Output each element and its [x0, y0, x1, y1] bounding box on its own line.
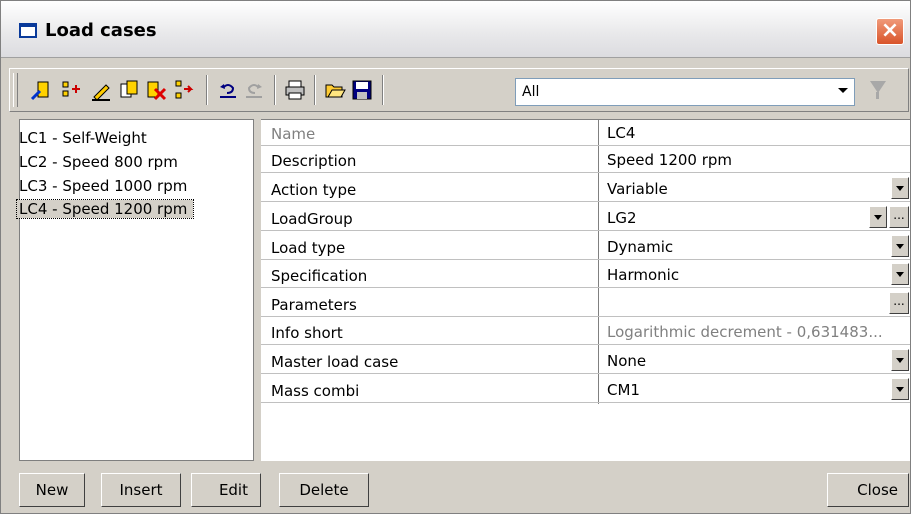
delete-icon[interactable]: [145, 79, 167, 101]
dropdown-button[interactable]: [891, 177, 909, 199]
property-name: Description: [271, 152, 357, 170]
property-value[interactable]: LG2: [607, 209, 637, 227]
load-cases-window: Load cases × All LC1 - Self-Weight LC2 -…: [0, 0, 911, 514]
panel-splitter[interactable]: [255, 119, 259, 461]
title-bar[interactable]: Load cases ×: [1, 1, 910, 58]
property-name: Name: [271, 125, 316, 143]
dropdown-button[interactable]: [891, 235, 909, 257]
toolbar: All: [9, 68, 909, 112]
insert-button[interactable]: Insert: [101, 473, 181, 507]
property-value[interactable]: LC4: [607, 124, 635, 142]
toolbar-separator: [206, 75, 208, 105]
close-button[interactable]: Close: [827, 473, 909, 507]
undo-icon[interactable]: [217, 79, 239, 101]
window-title: Load cases: [45, 20, 157, 41]
toolbar-grip[interactable]: [13, 73, 18, 107]
browse-button[interactable]: ...: [889, 206, 909, 228]
edit-button[interactable]: Edit: [191, 473, 261, 507]
property-row[interactable]: Mass combi CM1: [261, 377, 910, 403]
property-grid: Name LC4 Description Speed 1200 rpm Acti…: [261, 119, 910, 461]
toolbar-separator: [382, 75, 384, 105]
property-row[interactable]: LoadGroup LG2 ...: [261, 205, 910, 231]
open-icon[interactable]: [324, 79, 346, 101]
property-name: Specification: [271, 267, 368, 285]
property-name: Master load case: [271, 353, 399, 371]
print-icon[interactable]: [284, 79, 306, 101]
property-name: Info short: [271, 324, 343, 342]
property-value[interactable]: Speed 1200 rpm: [607, 151, 732, 169]
property-name: Action type: [271, 181, 357, 199]
list-item-selected[interactable]: LC4 - Speed 1200 rpm: [15, 199, 195, 219]
property-value[interactable]: None: [607, 352, 646, 370]
list-item[interactable]: LC3 - Speed 1000 rpm: [19, 177, 187, 195]
property-row[interactable]: Specification Harmonic: [261, 262, 910, 288]
save-icon[interactable]: [351, 79, 373, 101]
property-value: Logarithmic decrement - 0,631483...: [607, 323, 883, 341]
delete-button[interactable]: Delete: [279, 473, 369, 507]
list-item[interactable]: LC1 - Self-Weight: [19, 129, 147, 147]
filter-funnel-stem: [876, 92, 879, 99]
redo-icon[interactable]: [243, 79, 265, 101]
property-row[interactable]: Description Speed 1200 rpm: [261, 147, 910, 173]
property-row[interactable]: Info short Logarithmic decrement - 0,631…: [261, 319, 910, 345]
property-name: Load type: [271, 239, 346, 257]
list-item[interactable]: LC2 - Speed 800 rpm: [19, 153, 178, 171]
property-row[interactable]: Name LC4: [261, 120, 910, 146]
dropdown-button[interactable]: [869, 206, 887, 228]
copy-icon[interactable]: [118, 79, 140, 101]
close-window-button[interactable]: ×: [876, 18, 904, 45]
chevron-down-icon[interactable]: [838, 88, 848, 93]
dropdown-button[interactable]: [891, 378, 909, 400]
edit-icon[interactable]: [90, 79, 112, 101]
property-row[interactable]: Load type Dynamic: [261, 234, 910, 260]
dropdown-button[interactable]: [891, 263, 909, 285]
property-value[interactable]: Harmonic: [607, 266, 679, 284]
filter-dropdown[interactable]: All: [515, 78, 855, 106]
browse-button[interactable]: ...: [889, 292, 909, 314]
move-icon[interactable]: [173, 79, 195, 101]
property-name: LoadGroup: [271, 210, 353, 228]
property-row[interactable]: Action type Variable: [261, 176, 910, 202]
toolbar-separator: [274, 75, 276, 105]
property-row[interactable]: Master load case None: [261, 348, 910, 374]
property-value[interactable]: Dynamic: [607, 238, 673, 256]
toolbar-separator: [314, 75, 316, 105]
property-value[interactable]: CM1: [607, 381, 640, 399]
filter-value: All: [522, 84, 540, 100]
new-button[interactable]: New: [19, 473, 85, 507]
window-icon: [19, 23, 37, 38]
property-name: Mass combi: [271, 382, 360, 400]
dropdown-button[interactable]: [891, 349, 909, 371]
property-row[interactable]: Parameters ...: [261, 291, 910, 317]
insert-icon[interactable]: [60, 79, 82, 101]
new-icon[interactable]: [30, 79, 52, 101]
property-name: Parameters: [271, 296, 357, 314]
property-value[interactable]: Variable: [607, 180, 668, 198]
